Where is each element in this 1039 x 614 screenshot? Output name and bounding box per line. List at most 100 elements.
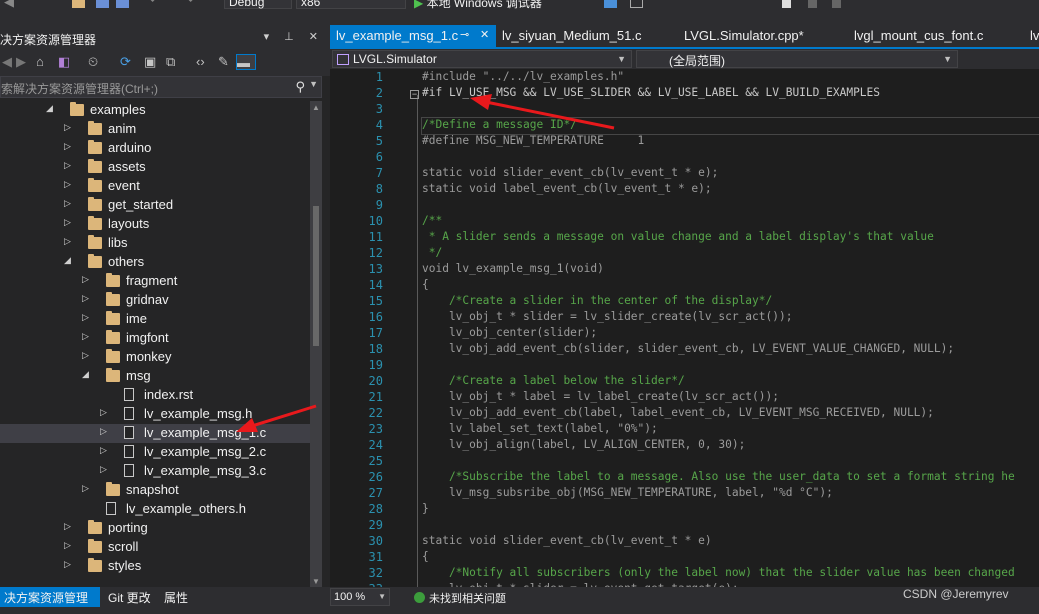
close-icon[interactable]: ✕	[480, 28, 489, 41]
tree-file[interactable]: index.rst	[0, 386, 310, 405]
undo-icon[interactable]: ↶	[150, 0, 163, 8]
save-icon[interactable]	[96, 0, 109, 8]
tree-folder[interactable]: ▷ imgfont	[0, 329, 310, 348]
scope-select[interactable]: (全局范围) ▼	[636, 50, 958, 68]
editor-tab-lvgl-mount-cus-font[interactable]: lvgl_mount_cus_font.c	[848, 25, 1020, 47]
tree-file[interactable]: ▷ lv_example_msg_1.c	[0, 424, 310, 443]
expand-arrow-icon[interactable]: ▷	[64, 521, 74, 535]
code-editor[interactable]: 1 2 3 4 5 6 7 8 9 10 11 12 13 14 15 16 17 18 19 20 21 22 23 24 2…	[330, 69, 1039, 587]
chevron-down-icon[interactable]: ▼	[309, 79, 318, 89]
expand-arrow-icon[interactable]: ▷	[100, 445, 110, 459]
scroll-thumb[interactable]	[313, 206, 319, 346]
start-debug-button[interactable]: ▶ 本地 Windows 调试器	[414, 0, 542, 10]
tree-folder[interactable]: ▷ get_started	[0, 196, 310, 215]
tree-file[interactable]: ▷ lv_example_msg_3.c	[0, 462, 310, 481]
tree-folder[interactable]: ▷ fragment	[0, 272, 310, 291]
tree-folder[interactable]: ▷ styles	[0, 557, 310, 576]
expand-arrow-icon[interactable]: ▷	[64, 540, 74, 554]
collapse-arrow-icon[interactable]: ◢	[82, 369, 92, 383]
editor-tab-lv-example-msg-1[interactable]: lv_example_msg_1.c ⊸ ✕	[330, 25, 496, 47]
tree-scrollbar[interactable]: ▲ ▼	[310, 101, 322, 587]
issues-indicator[interactable]: 未找到相关问题	[414, 590, 506, 606]
zoom-select[interactable]: 100 % ▼	[330, 588, 390, 606]
expand-arrow-icon[interactable]: ▷	[64, 179, 74, 193]
tree-folder[interactable]: ▷ porting	[0, 519, 310, 538]
expand-arrow-icon[interactable]: ▷	[100, 407, 110, 421]
tree-folder[interactable]: ◢ others	[0, 253, 310, 272]
tree-file[interactable]: ▷ lv_example_msg.h	[0, 405, 310, 424]
home-icon[interactable]: ⌂	[36, 54, 44, 69]
tree-folder[interactable]: ▷ ime	[0, 310, 310, 329]
tab-solution-explorer[interactable]: 决方案资源管理器	[0, 587, 100, 614]
collapse-arrow-icon[interactable]: ◢	[46, 103, 56, 117]
editor-tab-lvgl-simulator-cpp[interactable]: LVGL.Simulator.cpp*	[678, 25, 846, 47]
redo-icon[interactable]: ↷	[184, 0, 197, 8]
expand-arrow-icon[interactable]: ▷	[82, 312, 92, 326]
expand-arrow-icon[interactable]: ▷	[64, 236, 74, 250]
preview-selected-icon[interactable]: ▬	[236, 54, 256, 70]
code-area[interactable]: #include "../../lv_examples.h" #if LV_USE…	[421, 69, 1039, 587]
switch-views-icon[interactable]: ◧	[58, 54, 70, 70]
tree-folder[interactable]: ▷ layouts	[0, 215, 310, 234]
tree-folder[interactable]: ▷ anim	[0, 120, 310, 139]
configuration-select[interactable]: Debug	[224, 0, 292, 9]
panel-window-buttons[interactable]: ▾ ⊥ ✕	[264, 30, 324, 43]
back-icon[interactable]: ◀	[4, 0, 17, 9]
pin-icon[interactable]: ⊸	[460, 28, 469, 41]
expand-arrow-icon[interactable]: ▷	[82, 331, 92, 345]
expand-arrow-icon[interactable]: ▷	[64, 160, 74, 174]
open-folder-icon[interactable]	[72, 0, 85, 8]
expand-arrow-icon[interactable]: ▷	[100, 426, 110, 440]
tree-folder[interactable]: ▷ event	[0, 177, 310, 196]
properties-wrench-icon[interactable]: ✎	[218, 54, 229, 70]
collapse-all-icon[interactable]: ▣	[144, 54, 156, 70]
expand-arrow-icon[interactable]: ▷	[82, 274, 92, 288]
expand-arrow-icon[interactable]: ▷	[64, 122, 74, 136]
toolbar-icon-a[interactable]	[604, 0, 617, 8]
tree-folder[interactable]: ◢ msg	[0, 367, 310, 386]
expand-arrow-icon[interactable]: ▷	[100, 464, 110, 478]
scroll-down-icon[interactable]: ▼	[312, 577, 320, 586]
tree-folder[interactable]: ◢ examples	[0, 101, 310, 120]
expand-arrow-icon[interactable]: ▷	[82, 350, 92, 364]
back-icon[interactable]: ◀	[2, 54, 12, 70]
tree-folder[interactable]: ▷ arduino	[0, 139, 310, 158]
scroll-up-icon[interactable]: ▲	[312, 103, 320, 112]
forward-icon[interactable]: ▶	[16, 54, 26, 70]
tree-folder[interactable]: ▷ snapshot	[0, 481, 310, 500]
collapse-arrow-icon[interactable]: ◢	[64, 255, 74, 269]
tree-file[interactable]: ▷ lv_example_msg_2.c	[0, 443, 310, 462]
platform-select[interactable]: x86	[296, 0, 406, 9]
bookmark-next-icon[interactable]	[832, 0, 841, 8]
tab-git-changes[interactable]: Git 更改	[104, 587, 156, 607]
view-code-icon[interactable]: ‹›	[196, 54, 205, 69]
expand-arrow-icon[interactable]: ▷	[64, 141, 74, 155]
expand-arrow-icon[interactable]: ▷	[64, 198, 74, 212]
editor-tab-overflow[interactable]: lv	[1024, 25, 1039, 47]
save-all-icon[interactable]	[116, 0, 129, 8]
search-icon[interactable]: ⚲	[295, 79, 305, 95]
chevron-down-icon[interactable]: ▼	[943, 54, 952, 64]
expand-arrow-icon[interactable]: ▷	[64, 559, 74, 573]
expand-arrow-icon[interactable]: ▷	[82, 483, 92, 497]
tree-folder[interactable]: ▷ monkey	[0, 348, 310, 367]
tree-folder[interactable]: ▷ gridnav	[0, 291, 310, 310]
show-all-files-icon[interactable]: ⧉	[166, 54, 175, 70]
tree-folder[interactable]: ▷ scroll	[0, 538, 310, 557]
tab-properties[interactable]: 属性	[160, 587, 196, 607]
editor-tab-lv-siyuan-medium[interactable]: lv_siyuan_Medium_51.c	[496, 25, 676, 47]
collapse-toggle-icon[interactable]: −	[410, 90, 419, 99]
tree-folder[interactable]: ▷ libs	[0, 234, 310, 253]
toolbar-icon-b[interactable]	[630, 0, 643, 8]
pending-changes-filter-icon[interactable]: ⏲	[88, 54, 98, 70]
chevron-down-icon[interactable]: ▼	[378, 592, 386, 601]
expand-arrow-icon[interactable]: ▷	[64, 217, 74, 231]
project-select[interactable]: LVGL.Simulator ▼	[332, 50, 632, 68]
solution-explorer-search-input[interactable]: 索解决方案资源管理器(Ctrl+;) ⚲ ▼	[0, 76, 322, 98]
tree-file[interactable]: lv_example_others.h	[0, 500, 310, 519]
bookmark-icon[interactable]	[782, 0, 791, 8]
tree-folder[interactable]: ▷ assets	[0, 158, 310, 177]
sync-icon[interactable]: ⟳	[120, 54, 131, 70]
chevron-down-icon[interactable]: ▼	[617, 54, 626, 64]
bookmark-prev-icon[interactable]	[808, 0, 817, 8]
